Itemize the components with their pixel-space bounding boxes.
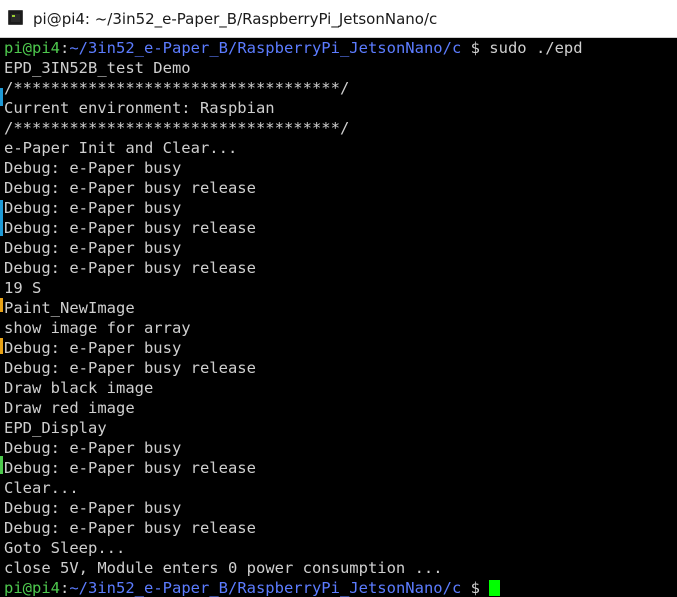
output-line: EPD_3IN52B_test Demo [4,59,191,77]
output-line: show image for array [4,319,191,337]
scrollback-marker [0,88,3,106]
scrollback-marker [0,200,3,236]
window-title: pi@pi4: ~/3in52_e-Paper_B/RaspberryPi_Je… [33,10,438,28]
scrollback-marker [0,338,3,354]
output-line: Debug: e-Paper busy release [4,519,256,537]
output-line: Debug: e-Paper busy release [4,219,256,237]
terminal-output[interactable]: pi@pi4:~/3in52_e-Paper_B/RaspberryPi_Jet… [0,38,677,597]
output-line: Draw red image [4,399,135,417]
output-line: EPD_Display [4,419,107,437]
output-line: e-Paper Init and Clear... [4,139,238,157]
output-line: Debug: e-Paper busy [4,439,182,457]
output-line: Paint_NewImage [4,299,135,317]
output-line: /***********************************/ [4,79,350,97]
output-line: Debug: e-Paper busy [4,339,182,357]
output-line: Debug: e-Paper busy [4,499,182,517]
prompt-path: ~/3in52_e-Paper_B/RaspberryPi_JetsonNano… [69,579,462,597]
typed-command: sudo ./epd [489,39,583,57]
prompt-separator: : [60,39,70,57]
prompt-symbol: $ [461,579,490,597]
output-line: Debug: e-Paper busy [4,159,182,177]
prompt-separator: : [60,579,70,597]
output-line: Current environment: Raspbian [4,99,275,117]
prompt-user-host: pi@pi4 [4,579,60,597]
output-line: Goto Sleep... [4,539,126,557]
output-line: Debug: e-Paper busy release [4,459,256,477]
output-line: Debug: e-Paper busy release [4,179,256,197]
prompt-symbol: $ [461,39,490,57]
terminal-icon [8,10,23,25]
title-bar[interactable]: pi@pi4: ~/3in52_e-Paper_B/RaspberryPi_Je… [0,0,677,38]
output-line: Draw black image [4,379,154,397]
output-line: Debug: e-Paper busy release [4,259,256,277]
output-line: /***********************************/ [4,119,350,137]
output-line: Clear... [4,479,79,497]
output-line: Debug: e-Paper busy [4,199,182,217]
terminal-window: pi@pi4: ~/3in52_e-Paper_B/RaspberryPi_Je… [0,0,677,597]
scrollback-marker [0,456,3,474]
text-cursor[interactable] [489,580,501,596]
output-line: close 5V, Module enters 0 power consumpt… [4,559,443,577]
output-line: Debug: e-Paper busy [4,239,182,257]
command-prompt-line[interactable]: pi@pi4:~/3in52_e-Paper_B/RaspberryPi_Jet… [4,578,501,597]
scrollback-marker [0,298,3,312]
command-prompt-line: pi@pi4:~/3in52_e-Paper_B/RaspberryPi_Jet… [4,38,583,58]
prompt-user-host: pi@pi4 [4,39,60,57]
output-line: Debug: e-Paper busy release [4,359,256,377]
output-line: 19 S [4,279,42,297]
prompt-path: ~/3in52_e-Paper_B/RaspberryPi_JetsonNano… [69,39,462,57]
